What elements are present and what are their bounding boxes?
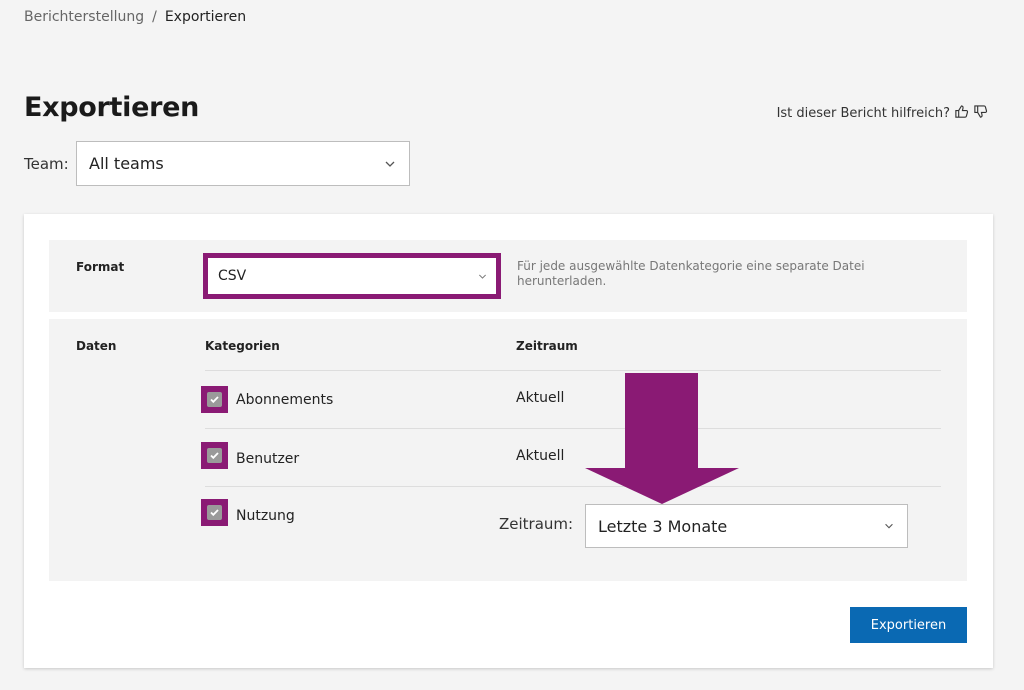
thumbs-down-icon[interactable] — [973, 104, 988, 123]
annotation-arrow-shaft — [625, 373, 698, 469]
zeitraum-select-value: Letzte 3 Monate — [598, 516, 728, 536]
format-section: Format CSV Für jede ausgewählte Datenkat… — [49, 240, 967, 312]
format-label: Format — [76, 260, 125, 274]
checkbox-nutzung[interactable] — [201, 499, 228, 526]
format-select-value: CSV — [218, 268, 247, 284]
breadcrumb-current: Exportieren — [164, 9, 247, 25]
category-label-nutzung: Nutzung — [236, 508, 295, 524]
export-button[interactable]: Exportieren — [850, 607, 967, 643]
format-select[interactable]: CSV — [203, 253, 501, 299]
chevron-down-icon — [478, 274, 487, 279]
category-label-benutzer: Benutzer — [236, 451, 300, 467]
chevron-down-icon — [885, 523, 893, 529]
row-divider — [205, 486, 941, 487]
checkbox-abonnements[interactable] — [201, 386, 228, 413]
page-title: Exportieren — [24, 92, 200, 123]
row-divider — [205, 370, 941, 371]
daten-section: Daten Kategorien Zeitraum Abonnements Ak… — [49, 319, 967, 581]
thumbs-up-icon[interactable] — [954, 104, 969, 123]
team-select[interactable]: All teams — [76, 141, 410, 186]
breadcrumb-separator: / — [152, 9, 157, 25]
breadcrumb: Berichterstellung / Exportieren — [24, 9, 246, 25]
zeitraum-select[interactable]: Letzte 3 Monate — [585, 504, 908, 548]
period-value-abonnements: Aktuell — [516, 390, 565, 406]
daten-label: Daten — [76, 339, 117, 353]
export-card: Format CSV Für jede ausgewählte Datenkat… — [24, 214, 993, 668]
categories-column-header: Kategorien — [205, 339, 280, 353]
feedback-prompt: Ist dieser Bericht hilfreich? — [777, 104, 988, 123]
format-hint: Für jede ausgewählte Datenkategorie eine… — [517, 259, 865, 288]
row-divider — [205, 428, 941, 429]
zeitraum-label: Zeitraum: — [499, 515, 574, 533]
breadcrumb-parent-link[interactable]: Berichterstellung — [24, 9, 144, 25]
annotation-arrow-head — [585, 468, 739, 504]
checkbox-benutzer[interactable] — [201, 442, 228, 469]
team-select-value: All teams — [89, 154, 164, 173]
chevron-down-icon — [385, 161, 395, 167]
category-label-abonnements: Abonnements — [236, 392, 334, 408]
period-column-header: Zeitraum — [516, 339, 578, 353]
feedback-text: Ist dieser Bericht hilfreich? — [776, 106, 950, 121]
period-value-benutzer: Aktuell — [516, 448, 565, 464]
team-label: Team: — [24, 155, 69, 173]
